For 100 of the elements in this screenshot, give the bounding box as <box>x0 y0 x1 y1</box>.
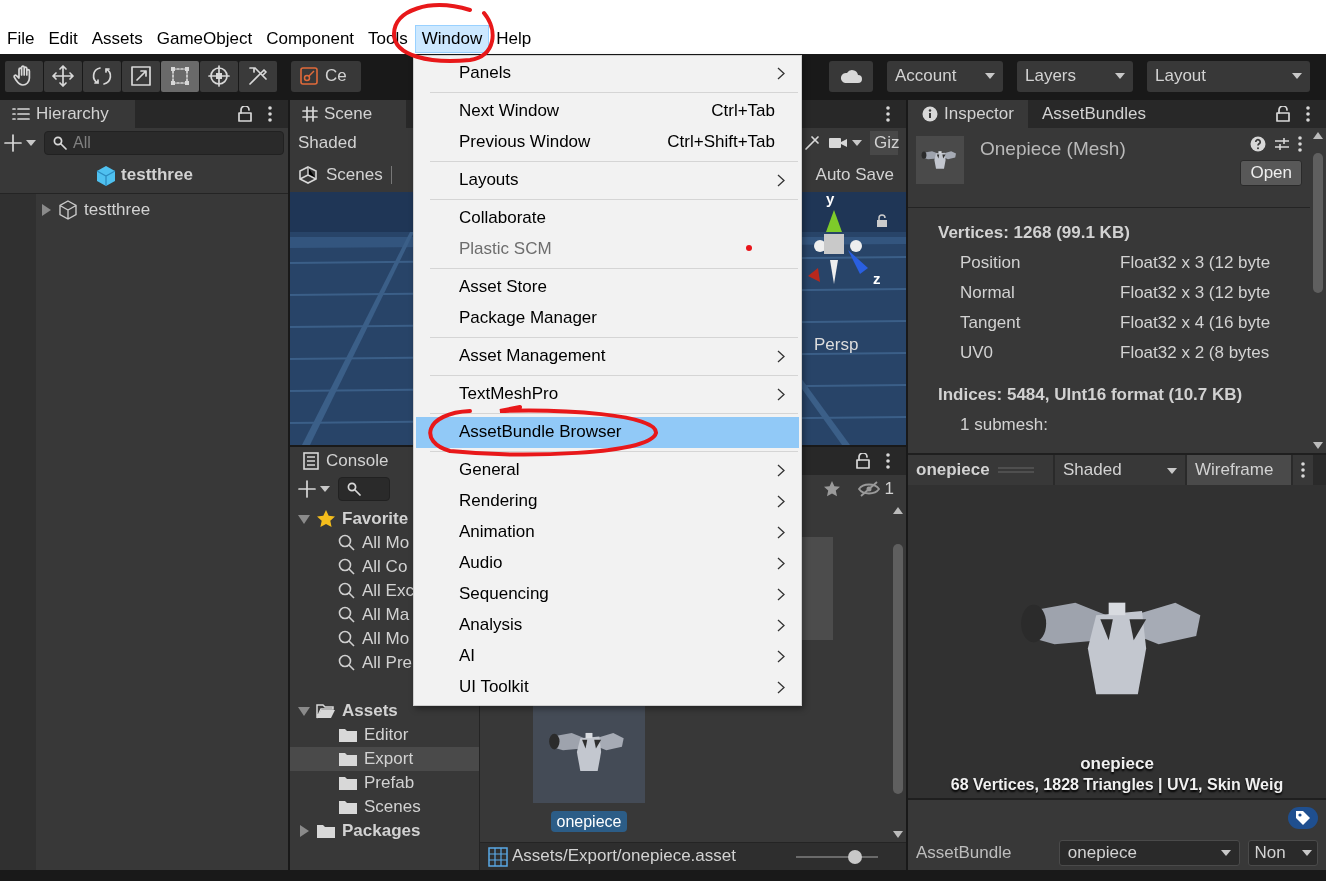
scroll-down-icon[interactable] <box>1313 442 1323 449</box>
menu-item[interactable]: Audio <box>416 548 799 579</box>
more-icon[interactable] <box>886 106 890 122</box>
collapsed-arrow-icon[interactable] <box>40 204 52 216</box>
menu-item[interactable]: Edit <box>41 24 85 54</box>
hidden-count-button[interactable]: 1 <box>856 478 894 500</box>
menu-item[interactable]: Previous Window Ctrl+Shift+Tab <box>416 127 799 158</box>
tab[interactable]: Console <box>290 447 415 475</box>
lock-icon[interactable] <box>856 453 870 469</box>
tab[interactable]: Inspector <box>908 100 1028 128</box>
tree-item[interactable]: All Mo <box>362 532 410 554</box>
menu-item[interactable]: Assets <box>84 24 150 54</box>
dropdown[interactable]: Layers <box>1017 60 1133 92</box>
asset-thumbnail[interactable] <box>800 537 833 640</box>
menu-item[interactable]: Window <box>414 24 490 54</box>
bundle-dropdown[interactable]: onepiece <box>1058 840 1241 866</box>
tree-row[interactable]: Scenes <box>290 795 479 819</box>
menu-item[interactable]: Package Manager <box>416 303 799 334</box>
tab[interactable]: Scene <box>290 100 406 128</box>
favorite-button[interactable] <box>822 480 841 498</box>
cloud-button[interactable] <box>829 60 873 92</box>
tool-icon[interactable] <box>804 135 820 151</box>
menu-item[interactable]: Analysis <box>416 610 799 641</box>
menu-item[interactable]: Panels <box>416 58 799 89</box>
menu-item[interactable]: Animation <box>416 517 799 548</box>
tree-item[interactable]: All Mo <box>362 628 410 650</box>
menu-item[interactable]: Asset Store <box>416 272 799 303</box>
dropdown[interactable]: Account <box>887 60 1003 92</box>
menu-item[interactable]: Layouts <box>416 165 799 196</box>
variant-dropdown[interactable]: Non <box>1248 840 1318 866</box>
slider-thumb[interactable] <box>848 849 863 864</box>
tool-button[interactable] <box>122 60 160 92</box>
tab[interactable]: Hierarchy <box>0 100 135 128</box>
shading-dropdown[interactable]: Shaded <box>1055 455 1185 486</box>
collapsed-arrow-icon[interactable] <box>298 825 310 837</box>
tree-item[interactable]: testthree <box>84 199 151 221</box>
scroll-up-icon[interactable] <box>893 507 903 514</box>
tree-item[interactable]: All Exc <box>362 580 414 602</box>
tool-button[interactable] <box>239 60 277 92</box>
scroll-down-icon[interactable] <box>893 831 903 838</box>
tree-item[interactable]: All Pre <box>362 652 413 674</box>
pivot-button[interactable]: Ce <box>291 60 361 92</box>
menu-item[interactable]: Collaborate <box>416 203 799 234</box>
tag-button[interactable] <box>1288 807 1318 829</box>
scenes-button[interactable]: Scenes <box>298 164 383 186</box>
open-button[interactable]: Open <box>1240 160 1302 186</box>
tree-item[interactable]: All Ma <box>362 604 410 626</box>
tab[interactable]: AssetBundles <box>1027 100 1160 128</box>
more-icon[interactable] <box>1301 462 1305 478</box>
more-icon[interactable] <box>268 106 272 122</box>
tree-row[interactable]: Prefab <box>290 771 479 795</box>
menu-item[interactable]: General <box>416 455 799 486</box>
tree-item[interactable]: All Co <box>362 556 408 578</box>
tool-button[interactable] <box>83 60 121 92</box>
add-button[interactable] <box>4 134 36 152</box>
tool-button[interactable] <box>161 60 199 92</box>
expanded-arrow-icon[interactable] <box>298 705 310 717</box>
tool-button[interactable] <box>200 60 238 92</box>
menu-item[interactable]: AssetBundle Browser <box>416 417 799 448</box>
expanded-arrow-icon[interactable] <box>298 513 310 525</box>
add-button[interactable] <box>298 480 330 498</box>
menu-item[interactable]: Help <box>489 24 539 54</box>
more-icon[interactable] <box>886 453 890 469</box>
scrollbar-thumb[interactable] <box>893 544 903 794</box>
menu-item[interactable]: Next Window Ctrl+Tab <box>416 96 799 127</box>
help-icon[interactable] <box>1250 136 1266 152</box>
projection-label[interactable]: Persp <box>814 335 859 356</box>
menu-item[interactable]: Rendering <box>416 486 799 517</box>
shading-dropdown[interactable]: Shaded <box>298 132 357 154</box>
tool-button[interactable] <box>44 60 82 92</box>
menu-item[interactable]: TextMeshPro <box>416 379 799 410</box>
tree-item[interactable]: Favorite <box>342 508 409 530</box>
search-field[interactable] <box>338 477 390 501</box>
gizmos-button[interactable]: Giz <box>870 130 898 156</box>
wireframe-button[interactable]: Wireframe <box>1187 455 1291 486</box>
camera-button[interactable] <box>828 136 862 150</box>
asset-label[interactable]: onepiece <box>550 811 628 833</box>
tree-item[interactable]: Packages <box>342 820 421 842</box>
zoom-slider[interactable] <box>796 848 878 865</box>
scrollbar-thumb[interactable] <box>1313 153 1323 293</box>
lock-icon[interactable] <box>876 214 888 228</box>
menu-item[interactable]: Asset Management <box>416 341 799 372</box>
menu-item[interactable]: Component <box>259 24 362 54</box>
menu-item[interactable]: AI <box>416 641 799 672</box>
menu-item[interactable]: UI Toolkit <box>416 672 799 703</box>
more-icon[interactable] <box>1306 106 1310 122</box>
more-icon[interactable] <box>1298 136 1302 152</box>
menu-item[interactable]: File <box>0 24 42 54</box>
dropdown[interactable]: Layout <box>1147 60 1310 92</box>
menu-item[interactable]: GameObject <box>149 24 260 54</box>
scroll-up-icon[interactable] <box>1313 132 1323 139</box>
lock-icon[interactable] <box>1276 106 1290 122</box>
preset-icon[interactable] <box>1274 136 1290 152</box>
menu-item[interactable]: Sequencing <box>416 579 799 610</box>
tree-row[interactable]: Export <box>290 747 479 771</box>
tool-button[interactable] <box>5 60 43 92</box>
search-field[interactable]: All <box>44 131 284 155</box>
tree-row[interactable]: Editor <box>290 723 479 747</box>
lock-icon[interactable] <box>238 106 252 122</box>
tree-item[interactable]: Assets <box>342 700 398 722</box>
